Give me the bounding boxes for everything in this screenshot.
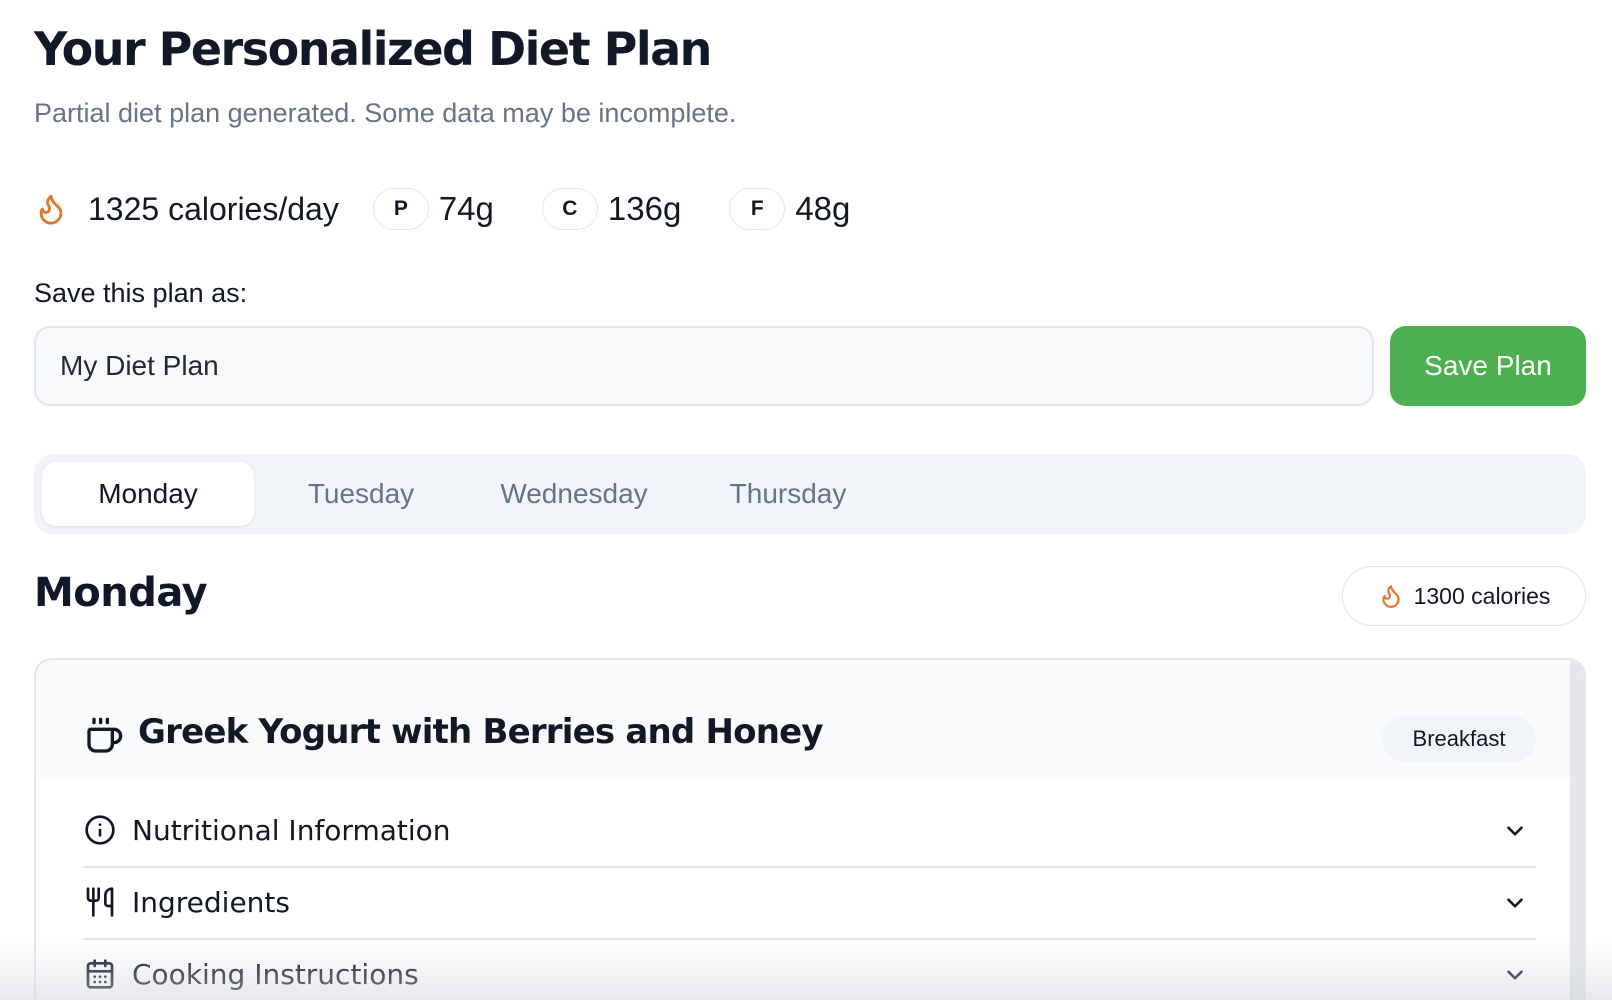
plan-name-input[interactable] (34, 326, 1374, 406)
meal-title: Greek Yogurt with Berries and Honey (138, 712, 824, 752)
chevron-down-icon (1507, 898, 1523, 908)
day-tabs: Monday Tuesday Wednesday Thursday (34, 454, 1586, 534)
macro-protein: P 74g (372, 188, 494, 230)
macro-carbs: C 136g (541, 188, 682, 230)
utensils-icon (86, 887, 114, 917)
macro-carbs-badge: C (541, 188, 598, 230)
macro-fat: F 48g (729, 188, 850, 230)
save-plan-label: Save this plan as: (34, 278, 248, 308)
info-icon (85, 815, 115, 845)
coffee-cup-icon (87, 717, 123, 753)
accordion-ingredients[interactable]: Ingredients (84, 866, 1536, 938)
macro-protein-badge: P (372, 188, 429, 230)
accordion-label: Ingredients (132, 885, 290, 919)
meal-type-badge: Breakfast (1382, 716, 1536, 762)
day-calories-badge: 1300 calories (1342, 566, 1586, 626)
daily-calories-text: 1325 calories/day (88, 190, 339, 227)
tab-monday[interactable]: Monday (42, 462, 254, 526)
page-title: Your Personalized Diet Plan (34, 22, 712, 76)
tab-wednesday[interactable]: Wednesday (468, 462, 680, 526)
save-plan-button[interactable]: Save Plan (1390, 326, 1586, 406)
day-calories-text: 1300 calories (1413, 582, 1551, 609)
daily-calories: 1325 calories/day (34, 190, 339, 228)
tab-tuesday[interactable]: Tuesday (256, 462, 466, 526)
day-heading: Monday (34, 570, 208, 616)
accordion-label: Cooking Instructions (132, 957, 419, 991)
macro-protein-value: 74g (438, 190, 494, 227)
calendar-icon (86, 959, 114, 989)
meal-card-scrollbar[interactable] (1570, 660, 1584, 1000)
page-subtitle: Partial diet plan generated. Some data m… (34, 98, 737, 128)
chevron-down-icon (1507, 970, 1523, 980)
flame-icon (1381, 585, 1400, 608)
chevron-down-icon (1507, 826, 1523, 836)
accordion-cooking-instructions[interactable]: Cooking Instructions (84, 938, 1536, 1000)
macro-fat-value: 48g (795, 190, 851, 227)
tab-thursday[interactable]: Thursday (682, 462, 894, 526)
flame-icon (39, 194, 63, 225)
macro-fat-badge: F (729, 188, 786, 230)
accordion-label: Nutritional Information (132, 813, 451, 847)
macro-carbs-value: 136g (607, 190, 682, 227)
accordion-nutritional-information[interactable]: Nutritional Information (84, 794, 1536, 866)
meal-card: Greek Yogurt with Berries and Honey Brea… (34, 658, 1586, 1000)
nutrition-summary: 1325 calories/day P 74g C 136g F 48g (34, 186, 850, 232)
